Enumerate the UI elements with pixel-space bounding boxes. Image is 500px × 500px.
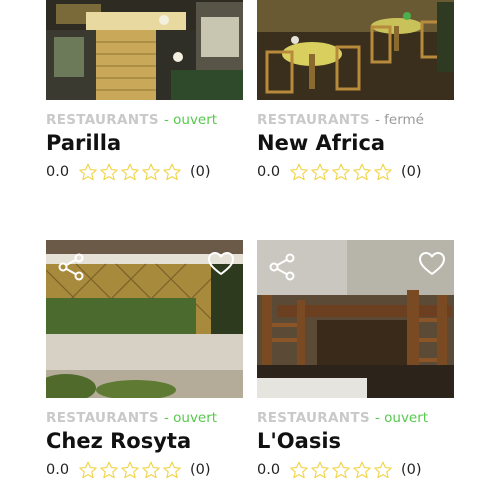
share-icon[interactable] bbox=[56, 252, 86, 282]
dining-room-photo bbox=[257, 0, 454, 100]
rating-score: 0.0 bbox=[257, 164, 281, 180]
restaurant-card-loasis[interactable]: RESTAURANTS - ouvert L'Oasis 0.0 (0) bbox=[257, 240, 454, 480]
restaurant-card-new-africa[interactable]: RESTAURANTS - fermé New Africa 0.0 (0) bbox=[257, 0, 454, 182]
star-outline-icon[interactable] bbox=[289, 163, 309, 181]
star-outline-icon[interactable] bbox=[289, 461, 309, 479]
card-meta: RESTAURANTS - ouvert bbox=[257, 407, 454, 427]
status-label: - ouvert bbox=[163, 410, 218, 426]
status-label: - fermé bbox=[374, 112, 424, 128]
restaurant-card-parilla[interactable]: RESTAURANTS - ouvert Parilla 0.0 (0) bbox=[46, 0, 243, 182]
heart-icon[interactable] bbox=[418, 250, 446, 278]
heart-icon[interactable] bbox=[207, 250, 235, 278]
restaurant-name[interactable]: Parilla bbox=[46, 131, 243, 159]
restaurant-name[interactable]: Chez Rosyta bbox=[46, 429, 243, 457]
star-outline-icon[interactable] bbox=[120, 461, 140, 479]
category-label: RESTAURANTS bbox=[46, 410, 159, 426]
star-outline-icon[interactable] bbox=[373, 163, 393, 181]
star-outline-icon[interactable] bbox=[352, 461, 372, 479]
star-rating[interactable] bbox=[78, 461, 182, 479]
restaurant-name[interactable]: L'Oasis bbox=[257, 429, 454, 457]
restaurant-name[interactable]: New Africa bbox=[257, 131, 454, 159]
card-meta: RESTAURANTS - fermé bbox=[257, 109, 454, 129]
card-meta: RESTAURANTS - ouvert bbox=[46, 109, 243, 129]
star-outline-icon[interactable] bbox=[120, 163, 140, 181]
rating-row: 0.0 (0) bbox=[46, 460, 243, 480]
star-rating[interactable] bbox=[289, 163, 393, 181]
star-outline-icon[interactable] bbox=[99, 461, 119, 479]
restaurant-photo[interactable] bbox=[257, 0, 454, 100]
share-icon[interactable] bbox=[267, 252, 297, 282]
restaurant-photo[interactable] bbox=[46, 0, 243, 100]
star-outline-icon[interactable] bbox=[141, 163, 161, 181]
rating-score: 0.0 bbox=[46, 462, 70, 478]
review-count: (0) bbox=[401, 164, 422, 180]
star-outline-icon[interactable] bbox=[162, 163, 182, 181]
status-label: - ouvert bbox=[374, 410, 429, 426]
star-rating[interactable] bbox=[289, 461, 393, 479]
rating-row: 0.0 (0) bbox=[46, 162, 243, 182]
star-outline-icon[interactable] bbox=[78, 163, 98, 181]
star-outline-icon[interactable] bbox=[162, 461, 182, 479]
rating-score: 0.0 bbox=[257, 462, 281, 478]
restaurant-card-chez-rosyta[interactable]: RESTAURANTS - ouvert Chez Rosyta 0.0 (0) bbox=[46, 240, 243, 480]
rating-row: 0.0 (0) bbox=[257, 460, 454, 480]
star-outline-icon[interactable] bbox=[373, 461, 393, 479]
star-outline-icon[interactable] bbox=[352, 163, 372, 181]
review-count: (0) bbox=[401, 462, 422, 478]
category-label: RESTAURANTS bbox=[46, 112, 159, 128]
category-label: RESTAURANTS bbox=[257, 112, 370, 128]
restaurant-photo[interactable] bbox=[257, 240, 454, 398]
star-outline-icon[interactable] bbox=[141, 461, 161, 479]
status-label: - ouvert bbox=[163, 112, 218, 128]
star-outline-icon[interactable] bbox=[78, 461, 98, 479]
star-outline-icon[interactable] bbox=[310, 163, 330, 181]
star-rating[interactable] bbox=[78, 163, 182, 181]
restaurant-photo[interactable] bbox=[46, 240, 243, 398]
star-outline-icon[interactable] bbox=[331, 163, 351, 181]
storefront-photo bbox=[46, 0, 243, 100]
card-meta: RESTAURANTS - ouvert bbox=[46, 407, 243, 427]
star-outline-icon[interactable] bbox=[310, 461, 330, 479]
review-count: (0) bbox=[190, 164, 211, 180]
review-count: (0) bbox=[190, 462, 211, 478]
star-outline-icon[interactable] bbox=[99, 163, 119, 181]
rating-row: 0.0 (0) bbox=[257, 162, 454, 182]
category-label: RESTAURANTS bbox=[257, 410, 370, 426]
star-outline-icon[interactable] bbox=[331, 461, 351, 479]
rating-score: 0.0 bbox=[46, 164, 70, 180]
